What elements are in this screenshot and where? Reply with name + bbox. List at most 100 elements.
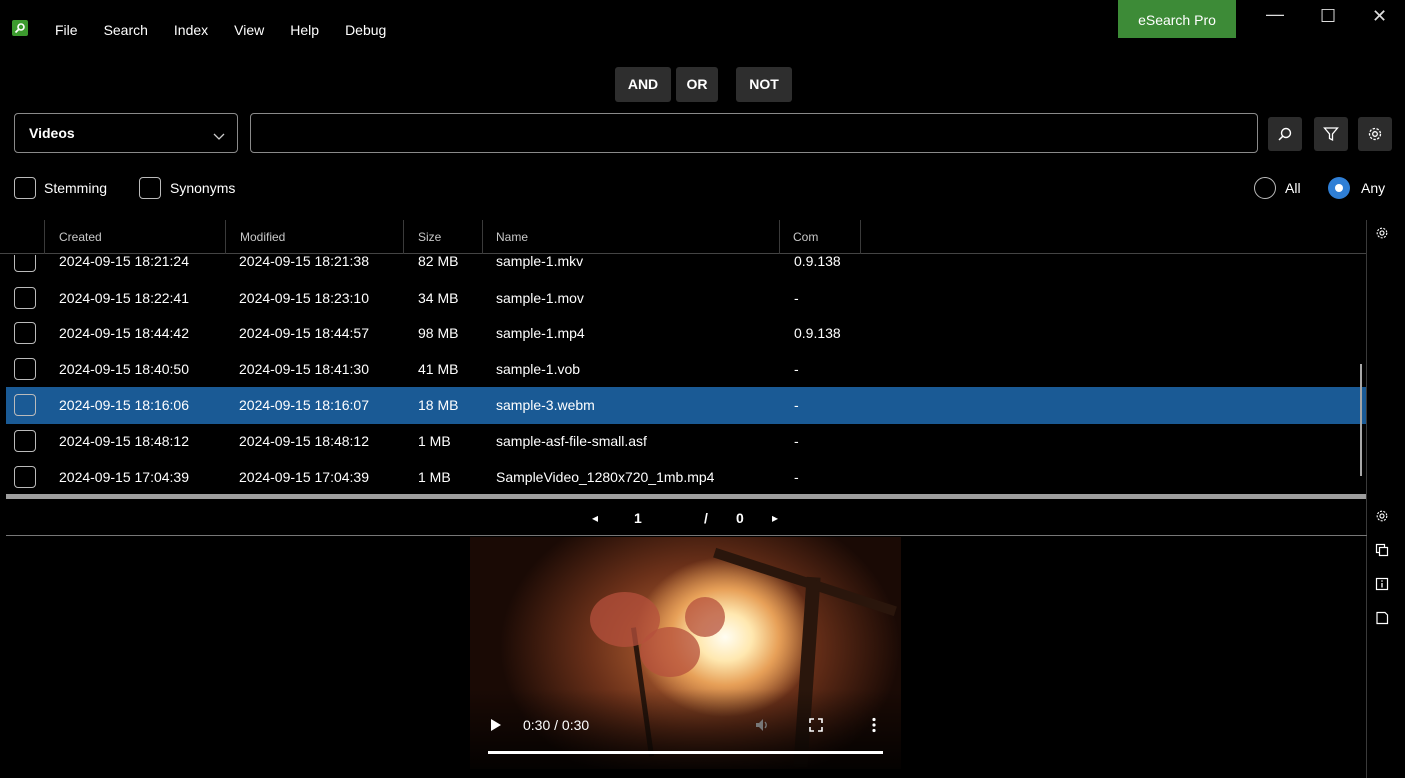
column-divider[interactable] [482,220,483,254]
menu-index[interactable]: Index [174,22,208,38]
fullscreen-icon[interactable] [809,718,823,735]
not-button[interactable]: NOT [736,67,792,102]
pane-splitter[interactable] [6,494,1367,499]
row-checkbox[interactable] [14,255,36,272]
search-input[interactable] [250,113,1258,153]
row-checkbox[interactable] [14,322,36,344]
cell-created: 2024-09-15 18:22:41 [59,290,189,306]
table-row[interactable]: 2024-09-15 18:22:41 2024-09-15 18:23:10 … [6,280,1367,317]
cell-size: 34 MB [418,290,459,306]
cell-modified: 2024-09-15 18:23:10 [239,290,369,306]
preview-pager: ◂ 1 / 0 ▸ [6,502,1367,536]
cell-com: - [794,397,799,413]
synonyms-label: Synonyms [170,180,236,196]
page-separator: / [704,510,708,526]
cell-com: - [794,469,799,485]
results-table-body: 2024-09-15 18:21:24 2024-09-15 18:21:38 … [0,255,1367,493]
table-row-selected[interactable]: 2024-09-15 18:16:06 2024-09-15 18:16:07 … [6,387,1367,424]
column-divider[interactable] [779,220,780,254]
video-frame-detail [685,597,725,637]
stemming-label: Stemming [44,180,108,196]
maximize-button[interactable]: ☐ [1320,6,1336,27]
video-frame-detail [640,627,700,677]
copy-icon[interactable] [1375,543,1389,560]
any-radio[interactable] [1328,177,1350,199]
column-divider[interactable] [225,220,226,254]
page-number[interactable]: 1 [634,510,642,526]
column-modified[interactable]: Modified [240,230,285,244]
play-icon[interactable] [490,718,502,735]
column-com[interactable]: Com [793,230,823,244]
file-type-select[interactable]: Videos [14,113,238,153]
info-icon[interactable] [1375,577,1389,594]
app-logo-icon [12,20,28,36]
note-icon[interactable] [1375,611,1389,628]
video-time: 0:30 / 0:30 [523,717,590,733]
synonyms-checkbox[interactable] [139,177,161,199]
cell-name: sample-asf-file-small.asf [496,433,647,449]
cell-modified: 2024-09-15 17:04:39 [239,469,369,485]
file-type-value: Videos [29,125,75,141]
volume-icon[interactable] [754,717,770,736]
cell-created: 2024-09-15 18:40:50 [59,361,189,377]
title-bar: File Search Index View Help Debug eSearc… [0,0,1405,60]
table-row[interactable]: 2024-09-15 18:48:12 2024-09-15 18:48:12 … [6,423,1367,460]
column-name[interactable]: Name [496,230,528,244]
menu-bar: File Search Index View Help Debug [55,22,412,38]
cell-modified: 2024-09-15 18:41:30 [239,361,369,377]
table-scrollbar[interactable] [1360,364,1362,476]
cell-modified: 2024-09-15 18:16:07 [239,397,369,413]
cell-name: sample-3.webm [496,397,595,413]
row-checkbox[interactable] [14,394,36,416]
more-icon[interactable] [871,717,877,736]
prev-page-icon[interactable]: ◂ [592,511,598,525]
chevron-down-icon [213,128,225,144]
cell-created: 2024-09-15 18:21:24 [59,255,189,269]
and-button[interactable]: AND [615,67,671,102]
cell-size: 41 MB [418,361,459,377]
search-settings-button[interactable] [1358,117,1392,151]
any-label: Any [1361,180,1386,196]
video-preview[interactable]: 0:30 / 0:30 [470,537,901,769]
table-row[interactable]: 2024-09-15 18:40:50 2024-09-15 18:41:30 … [6,351,1367,388]
search-button[interactable] [1268,117,1302,151]
table-row[interactable]: 2024-09-15 17:04:39 2024-09-15 17:04:39 … [6,459,1367,493]
cell-size: 1 MB [418,469,451,485]
menu-help[interactable]: Help [290,22,319,38]
column-divider[interactable] [403,220,404,254]
video-progress-bar[interactable] [488,751,883,754]
cell-size: 82 MB [418,255,459,269]
row-checkbox[interactable] [14,287,36,309]
menu-view[interactable]: View [234,22,264,38]
esearch-pro-button[interactable]: eSearch Pro [1118,0,1236,38]
row-checkbox[interactable] [14,466,36,488]
menu-debug[interactable]: Debug [345,22,386,38]
cell-created: 2024-09-15 17:04:39 [59,469,189,485]
cell-com: - [794,433,799,449]
cell-created: 2024-09-15 18:16:06 [59,397,189,413]
menu-search[interactable]: Search [104,22,148,38]
table-settings-icon[interactable] [1375,226,1389,243]
minimize-button[interactable]: — [1266,4,1284,25]
table-row[interactable]: 2024-09-15 18:21:24 2024-09-15 18:21:38 … [6,255,1367,280]
next-page-icon[interactable]: ▸ [772,511,778,525]
column-size[interactable]: Size [418,230,441,244]
stemming-checkbox[interactable] [14,177,36,199]
cell-com: 0.9.138 [794,255,841,269]
column-divider[interactable] [44,220,45,254]
table-row[interactable]: 2024-09-15 18:44:42 2024-09-15 18:44:57 … [6,315,1367,352]
filter-button[interactable] [1314,117,1348,151]
cell-created: 2024-09-15 18:44:42 [59,325,189,341]
row-checkbox[interactable] [14,430,36,452]
side-toolbar-divider [1366,220,1367,778]
settings-icon[interactable] [1375,509,1389,526]
all-radio[interactable] [1254,177,1276,199]
cell-com: - [794,290,799,306]
column-divider[interactable] [860,220,861,254]
menu-file[interactable]: File [55,22,78,38]
or-button[interactable]: OR [676,67,718,102]
row-checkbox[interactable] [14,358,36,380]
cell-size: 1 MB [418,433,451,449]
column-created[interactable]: Created [59,230,102,244]
close-button[interactable]: ✕ [1372,6,1387,27]
